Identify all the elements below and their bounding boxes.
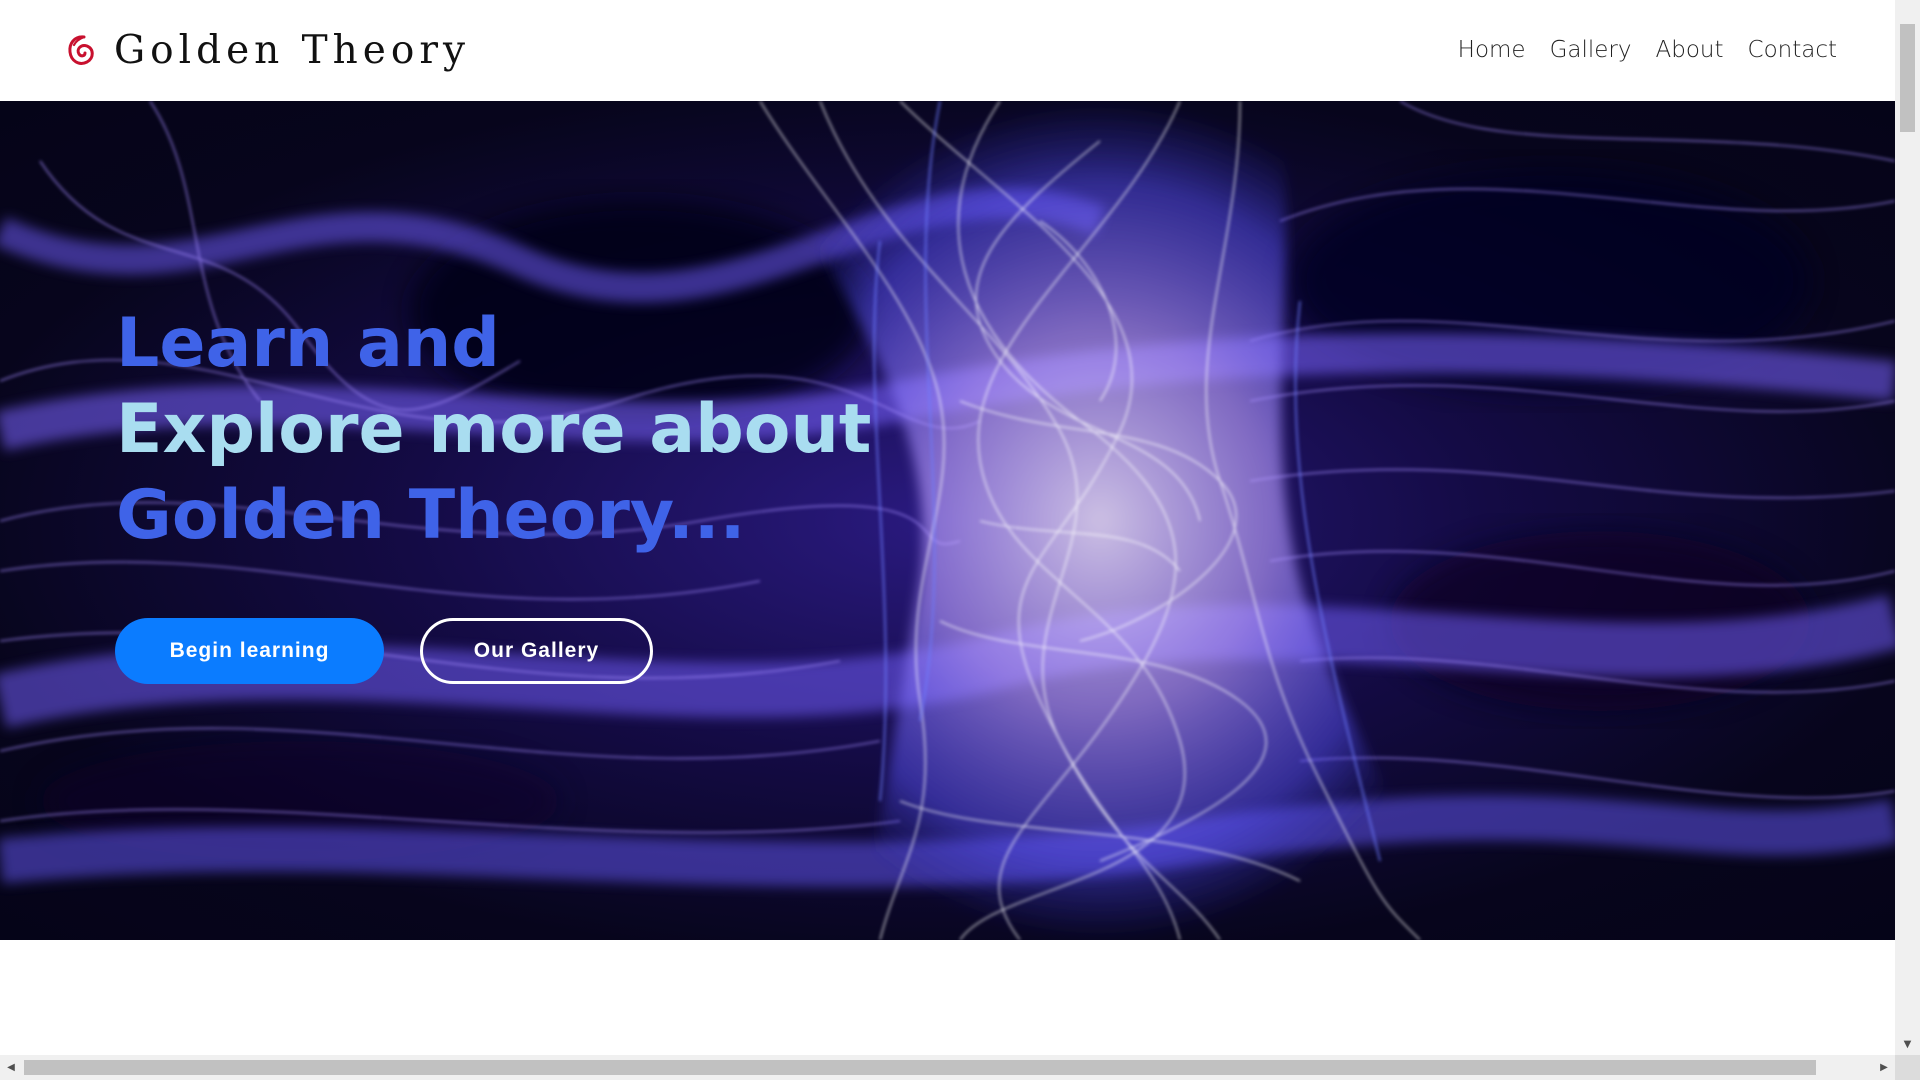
nav-link-about[interactable]: About (1656, 30, 1724, 70)
hero-headline: Learn and Explore more about Golden Theo… (116, 301, 871, 559)
our-gallery-button[interactable]: Our Gallery (420, 618, 653, 684)
begin-learning-button[interactable]: Begin learning (115, 618, 384, 684)
nav-link-gallery[interactable]: Gallery (1550, 30, 1632, 70)
scrollbar-corner (1895, 1055, 1920, 1080)
horizontal-scrollbar[interactable]: ◀ ▶ (0, 1055, 1895, 1080)
triangle-right-icon[interactable]: ▶ (1873, 1055, 1895, 1080)
browser-viewport: Golden Theory Home Gallery About Contact (0, 0, 1895, 1055)
hero-actions: Begin learning Our Gallery (115, 618, 653, 684)
nav-link-home[interactable]: Home (1458, 30, 1526, 70)
triangle-down-icon[interactable]: ▼ (1895, 1033, 1920, 1055)
hero-headline-line-3: Golden Theory... (116, 476, 746, 555)
hero-headline-line-1: Learn and (116, 304, 500, 383)
main-nav: Home Gallery About Contact (1458, 30, 1837, 70)
brand[interactable]: Golden Theory (64, 22, 470, 78)
spiral-swirl-icon (64, 27, 98, 73)
vertical-scrollbar-thumb[interactable] (1900, 24, 1915, 132)
site-header: Golden Theory Home Gallery About Contact (0, 0, 1895, 100)
horizontal-scrollbar-thumb[interactable] (24, 1060, 1816, 1075)
triangle-left-icon[interactable]: ◀ (0, 1055, 22, 1080)
vertical-scrollbar[interactable]: ▼ (1895, 0, 1920, 1055)
nav-link-contact[interactable]: Contact (1748, 30, 1837, 70)
hero-section: Learn and Explore more about Golden Theo… (0, 101, 1895, 940)
hero-headline-line-2: Explore more about (116, 390, 872, 469)
brand-name: Golden Theory (114, 27, 471, 73)
